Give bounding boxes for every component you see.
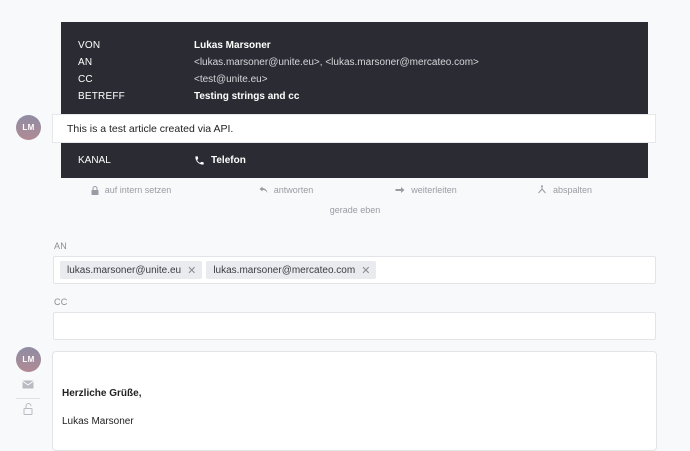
article-meta: VON Lukas Marsoner AN <lukas.marsoner@un…: [61, 22, 648, 114]
channel-value: Telefon: [194, 155, 246, 166]
article-avatar[interactable]: LM: [16, 115, 41, 140]
reply-avatar[interactable]: LM: [16, 347, 41, 372]
envelope-icon[interactable]: [22, 380, 34, 389]
meta-value-subject: Testing strings and cc: [194, 91, 300, 102]
icon-separator: [16, 398, 40, 399]
to-label: AN: [54, 241, 67, 251]
meta-row-to: AN <lukas.marsoner@unite.eu>, <lukas.mar…: [61, 54, 648, 71]
meta-value-cc: <test@unite.eu>: [194, 74, 268, 85]
internal-button[interactable]: auf intern setzen: [61, 182, 201, 198]
internal-label: auf intern setzen: [104, 185, 172, 195]
split-icon: [538, 185, 546, 194]
reply-button[interactable]: antworten: [201, 182, 371, 198]
meta-row-from: VON Lukas Marsoner: [61, 37, 648, 54]
channel-key: KANAL: [78, 155, 111, 166]
avatar-initials: LM: [22, 123, 35, 132]
remove-recipient-icon[interactable]: ✕: [187, 264, 196, 277]
split-button[interactable]: abspalten: [481, 182, 648, 198]
avatar-initials: LM: [22, 355, 35, 364]
forward-button[interactable]: weiterleiten: [371, 182, 481, 198]
recipient-token[interactable]: lukas.marsoner@mercateo.com ✕: [206, 261, 377, 279]
lock-icon: [91, 185, 99, 195]
cc-field[interactable]: [53, 312, 656, 340]
meta-value-to: <lukas.marsoner@unite.eu>, <lukas.marson…: [194, 57, 479, 68]
meta-key: CC: [78, 74, 93, 85]
forward-icon: [395, 187, 405, 193]
to-field[interactable]: lukas.marsoner@unite.eu ✕ lukas.marsoner…: [53, 256, 656, 284]
article-body: This is a test article created via API.: [52, 114, 656, 143]
remove-recipient-icon[interactable]: ✕: [361, 264, 370, 277]
meta-value-from[interactable]: Lukas Marsoner: [194, 40, 271, 51]
unlock-icon[interactable]: [23, 403, 33, 415]
recipient-token[interactable]: lukas.marsoner@unite.eu ✕: [60, 261, 203, 279]
channel-label: Telefon: [211, 155, 246, 166]
meta-key: VON: [78, 40, 101, 51]
meta-key: BETREFF: [78, 91, 125, 102]
article-body-text: This is a test article created via API.: [67, 122, 234, 135]
article-actions: auf intern setzen antworten weiterleiten…: [61, 182, 648, 198]
phone-icon: [195, 156, 204, 165]
signature-greeting: Herzliche Grüße,: [62, 388, 142, 399]
article-timestamp: gerade eben: [329, 205, 381, 215]
meta-row-cc: CC <test@unite.eu>: [61, 71, 648, 88]
signature-name: Lukas Marsoner: [62, 416, 134, 427]
reply-icon: [259, 186, 268, 193]
split-label: abspalten: [552, 185, 593, 195]
reply-label: antworten: [273, 185, 314, 195]
forward-label: weiterleiten: [411, 185, 457, 195]
meta-row-subject: BETREFF Testing strings and cc: [61, 88, 648, 105]
article-channel: KANAL Telefon: [61, 143, 648, 178]
recipient-address: lukas.marsoner@mercateo.com: [213, 264, 356, 276]
reply-editor[interactable]: [52, 351, 657, 451]
cc-label: CC: [54, 297, 68, 307]
meta-key: AN: [78, 57, 93, 68]
recipient-address: lukas.marsoner@unite.eu: [67, 264, 182, 276]
